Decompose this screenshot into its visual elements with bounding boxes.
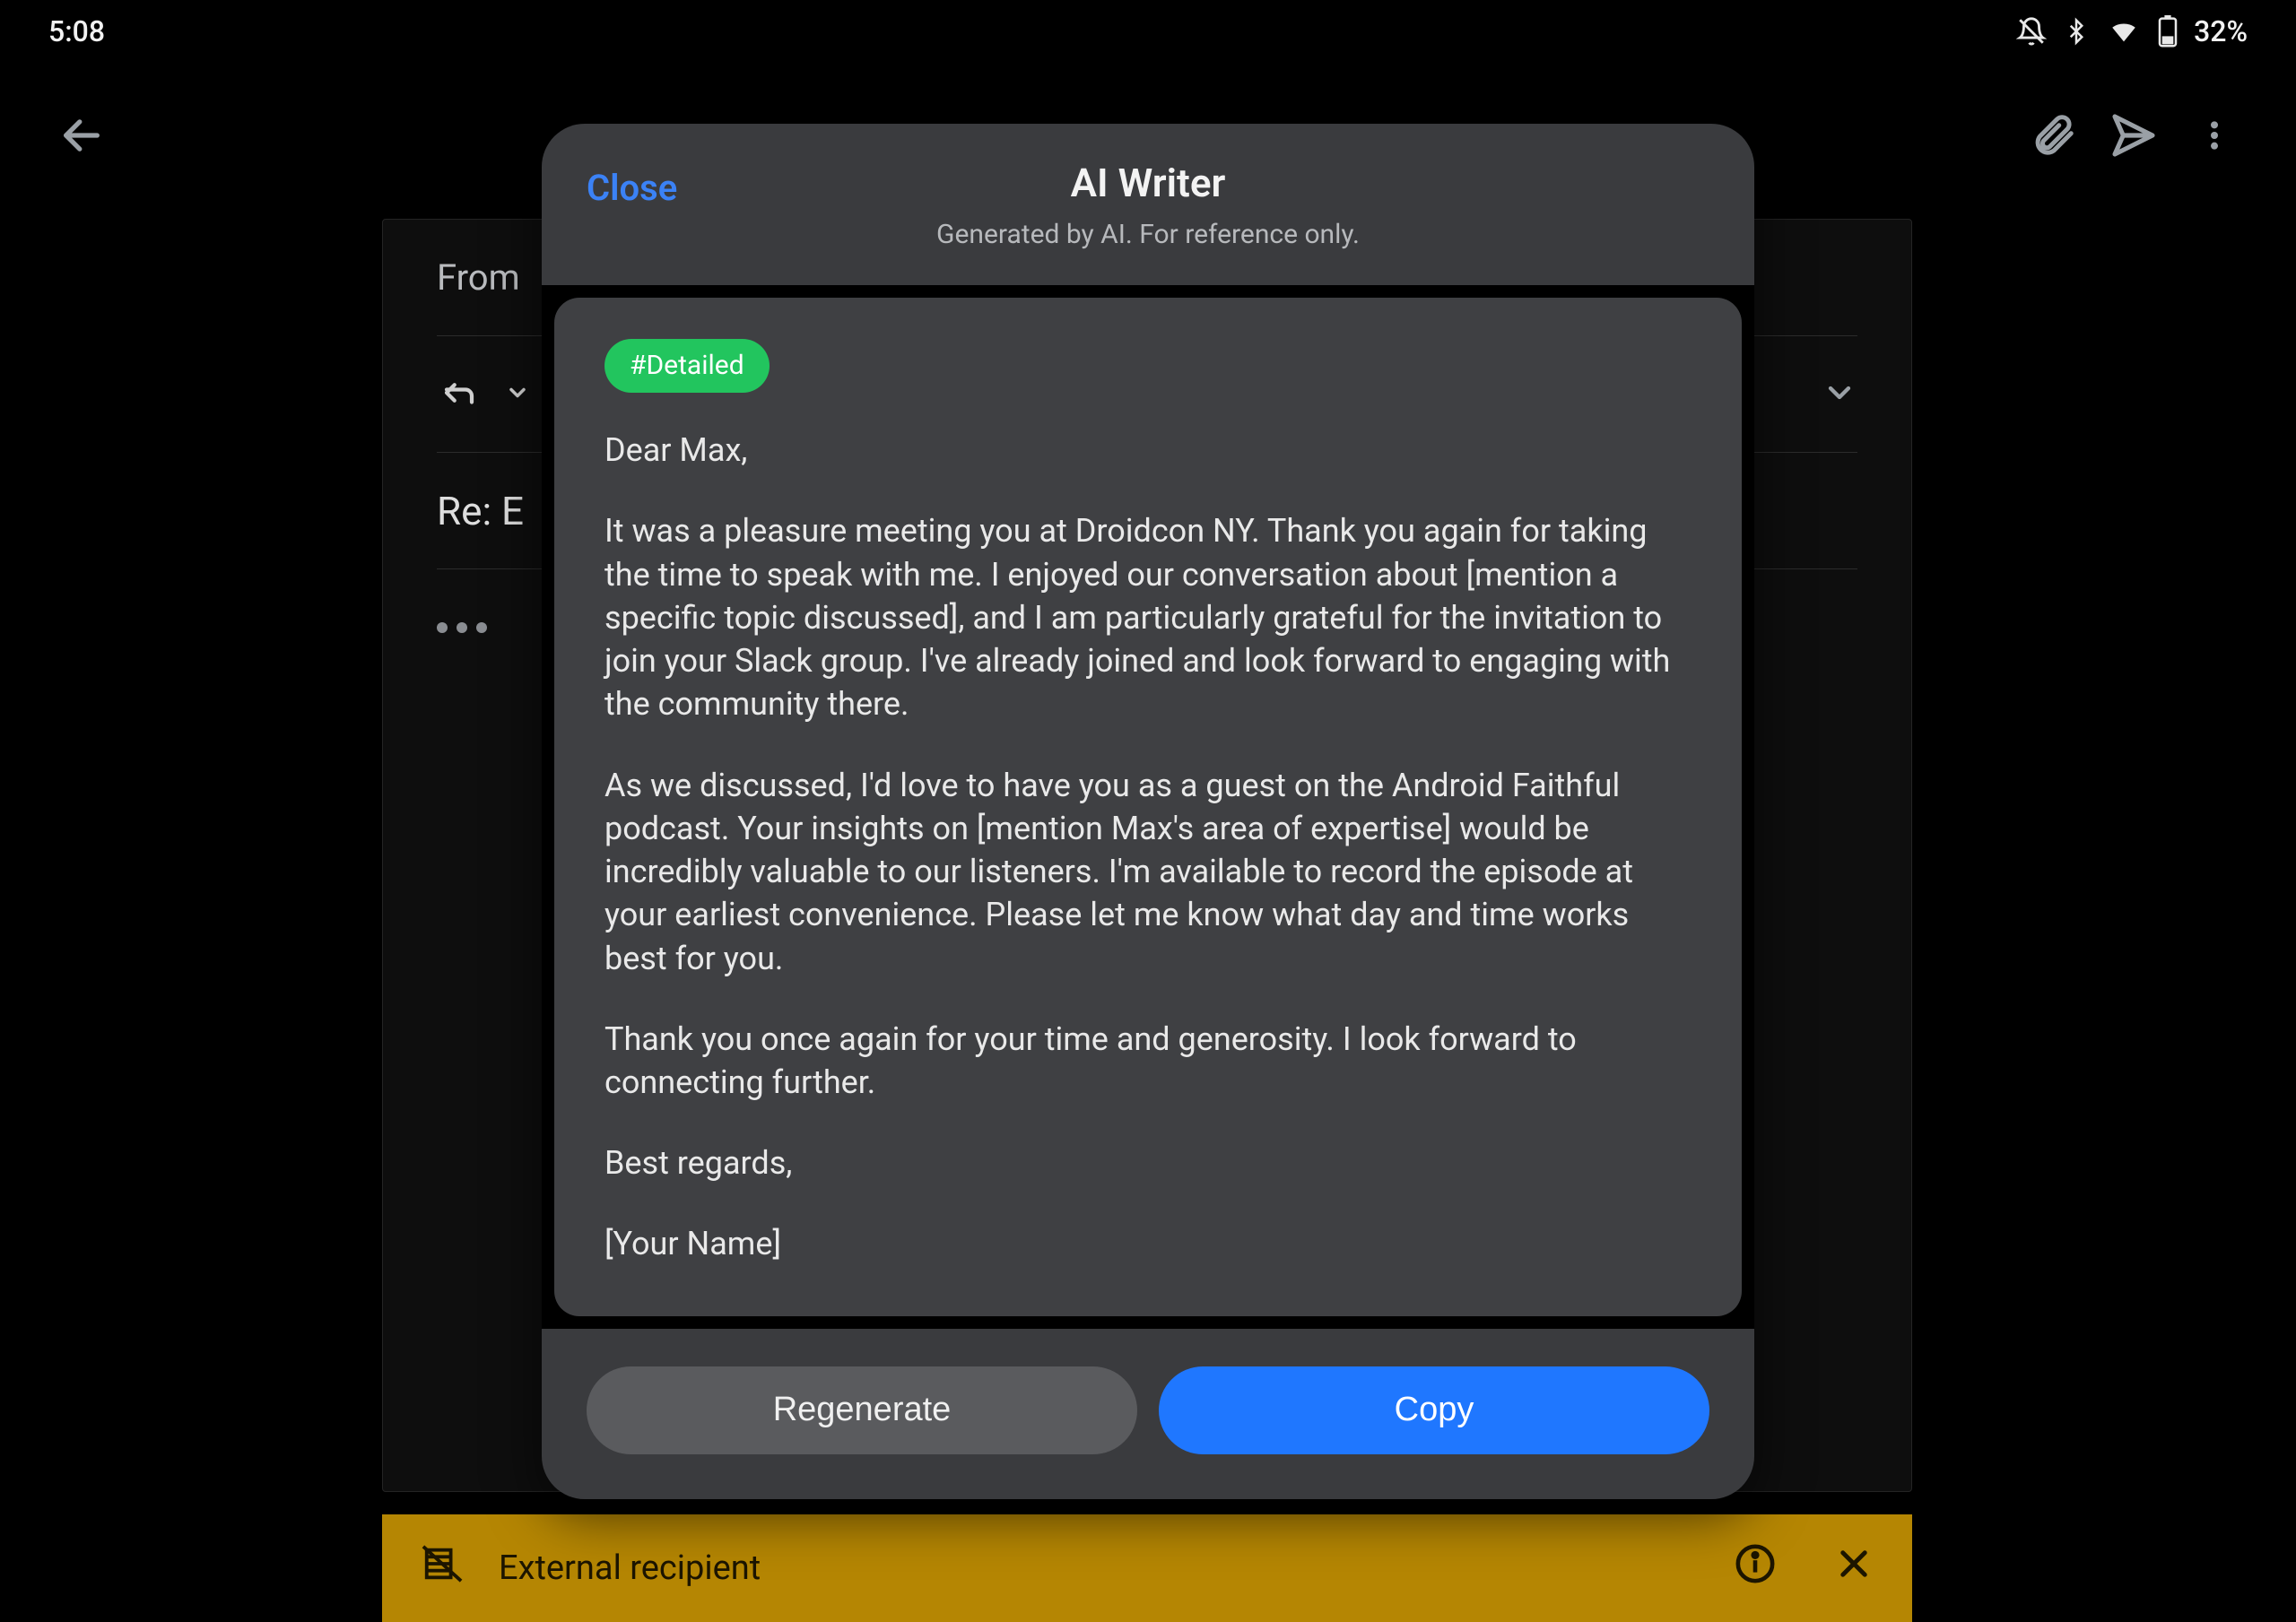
generated-paragraph: Thank you once again for your time and g… [604, 1018, 1692, 1104]
info-icon[interactable] [1735, 1543, 1776, 1593]
modal-footer: Regenerate Copy [542, 1329, 1754, 1499]
chevron-down-icon [505, 380, 530, 409]
back-button[interactable] [41, 95, 122, 176]
generated-paragraph: Dear Max, [604, 429, 1692, 472]
ai-writer-modal: Close AI Writer Generated by AI. For ref… [542, 124, 1754, 1499]
attach-button[interactable] [2013, 95, 2093, 176]
modal-subtitle: Generated by AI. For reference only. [936, 219, 1360, 250]
external-domain-icon [422, 1543, 463, 1593]
status-right: 32% [2016, 14, 2248, 48]
subject-text: Re: E [437, 488, 524, 534]
close-icon[interactable] [1835, 1545, 1873, 1592]
chevron-down-icon[interactable] [1822, 375, 1857, 414]
style-tag: #Detailed [604, 339, 770, 393]
modal-title: AI Writer [1071, 160, 1226, 206]
regenerate-button[interactable]: Regenerate [587, 1366, 1137, 1454]
status-bar: 5:08 32% [0, 0, 2296, 63]
notifications-off-icon [2016, 16, 2047, 47]
external-recipient-banner: External recipient [382, 1514, 1912, 1622]
wifi-icon [2106, 16, 2142, 47]
generated-text-panel: #Detailed Dear Max, It was a pleasure me… [554, 298, 1742, 1316]
send-button[interactable] [2093, 95, 2174, 176]
battery-icon [2158, 15, 2178, 48]
bluetooth-icon [2063, 16, 2090, 47]
status-time: 5:08 [48, 14, 105, 48]
generated-paragraph: As we discussed, I'd love to have you as… [604, 764, 1692, 980]
generated-paragraph: It was a pleasure meeting you at Droidco… [604, 509, 1692, 725]
reply-icon [437, 374, 482, 415]
overflow-menu-button[interactable] [2174, 95, 2255, 176]
copy-button[interactable]: Copy [1159, 1366, 1709, 1454]
modal-body-wrap: #Detailed Dear Max, It was a pleasure me… [542, 285, 1754, 1329]
modal-header: Close AI Writer Generated by AI. For ref… [542, 124, 1754, 285]
battery-percent: 32% [2194, 14, 2248, 48]
generated-paragraph: [Your Name] [604, 1222, 1692, 1265]
external-recipient-text: External recipient [499, 1548, 761, 1588]
close-button[interactable]: Close [587, 167, 677, 209]
from-label: From [437, 256, 520, 299]
generated-paragraph: Best regards, [604, 1141, 1692, 1184]
